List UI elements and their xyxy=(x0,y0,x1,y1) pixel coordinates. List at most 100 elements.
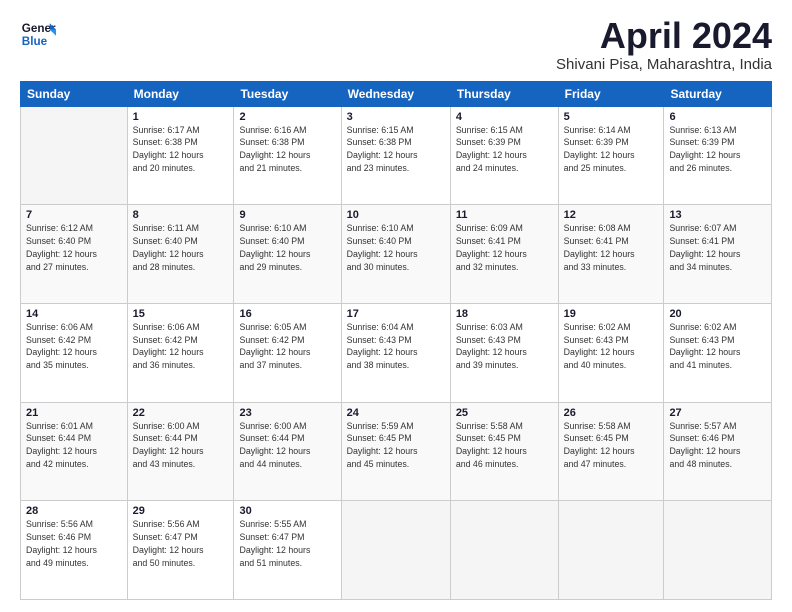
day-number: 2 xyxy=(239,111,335,123)
calendar-cell: 22Sunrise: 6:00 AM Sunset: 6:44 PM Dayli… xyxy=(127,402,234,501)
day-info: Sunrise: 6:11 AM Sunset: 6:40 PM Dayligh… xyxy=(133,222,229,273)
calendar-cell: 15Sunrise: 6:06 AM Sunset: 6:42 PM Dayli… xyxy=(127,303,234,402)
calendar-cell: 5Sunrise: 6:14 AM Sunset: 6:39 PM Daylig… xyxy=(558,106,664,205)
day-number: 25 xyxy=(456,407,553,419)
calendar-cell: 12Sunrise: 6:08 AM Sunset: 6:41 PM Dayli… xyxy=(558,205,664,304)
day-number: 19 xyxy=(564,308,659,320)
calendar-cell: 19Sunrise: 6:02 AM Sunset: 6:43 PM Dayli… xyxy=(558,303,664,402)
day-number: 5 xyxy=(564,111,659,123)
day-info: Sunrise: 6:10 AM Sunset: 6:40 PM Dayligh… xyxy=(347,222,445,273)
day-number: 12 xyxy=(564,209,659,221)
day-info: Sunrise: 6:06 AM Sunset: 6:42 PM Dayligh… xyxy=(26,321,122,372)
calendar-cell: 26Sunrise: 5:58 AM Sunset: 6:45 PM Dayli… xyxy=(558,402,664,501)
day-number: 11 xyxy=(456,209,553,221)
calendar-cell: 2Sunrise: 6:16 AM Sunset: 6:38 PM Daylig… xyxy=(234,106,341,205)
day-info: Sunrise: 6:03 AM Sunset: 6:43 PM Dayligh… xyxy=(456,321,553,372)
day-number: 28 xyxy=(26,505,122,517)
calendar-cell: 20Sunrise: 6:02 AM Sunset: 6:43 PM Dayli… xyxy=(664,303,772,402)
title-block: April 2024 Shivani Pisa, Maharashtra, In… xyxy=(556,16,772,73)
day-info: Sunrise: 6:15 AM Sunset: 6:38 PM Dayligh… xyxy=(347,124,445,175)
day-number: 10 xyxy=(347,209,445,221)
calendar-week-row: 28Sunrise: 5:56 AM Sunset: 6:46 PM Dayli… xyxy=(21,501,772,600)
calendar-cell: 17Sunrise: 6:04 AM Sunset: 6:43 PM Dayli… xyxy=(341,303,450,402)
day-number: 16 xyxy=(239,308,335,320)
day-info: Sunrise: 6:02 AM Sunset: 6:43 PM Dayligh… xyxy=(564,321,659,372)
day-number: 21 xyxy=(26,407,122,419)
day-info: Sunrise: 6:08 AM Sunset: 6:41 PM Dayligh… xyxy=(564,222,659,273)
month-title: April 2024 xyxy=(556,16,772,56)
day-number: 4 xyxy=(456,111,553,123)
calendar-cell: 21Sunrise: 6:01 AM Sunset: 6:44 PM Dayli… xyxy=(21,402,128,501)
calendar-cell: 13Sunrise: 6:07 AM Sunset: 6:41 PM Dayli… xyxy=(664,205,772,304)
day-number: 30 xyxy=(239,505,335,517)
calendar-header-row: Sunday Monday Tuesday Wednesday Thursday… xyxy=(21,81,772,106)
day-number: 6 xyxy=(669,111,766,123)
day-number: 9 xyxy=(239,209,335,221)
calendar-cell: 24Sunrise: 5:59 AM Sunset: 6:45 PM Dayli… xyxy=(341,402,450,501)
day-info: Sunrise: 5:56 AM Sunset: 6:47 PM Dayligh… xyxy=(133,518,229,569)
day-number: 26 xyxy=(564,407,659,419)
calendar-week-row: 7Sunrise: 6:12 AM Sunset: 6:40 PM Daylig… xyxy=(21,205,772,304)
calendar-cell: 28Sunrise: 5:56 AM Sunset: 6:46 PM Dayli… xyxy=(21,501,128,600)
calendar-cell: 18Sunrise: 6:03 AM Sunset: 6:43 PM Dayli… xyxy=(450,303,558,402)
calendar-cell xyxy=(341,501,450,600)
day-info: Sunrise: 6:02 AM Sunset: 6:43 PM Dayligh… xyxy=(669,321,766,372)
day-info: Sunrise: 5:58 AM Sunset: 6:45 PM Dayligh… xyxy=(564,420,659,471)
calendar-cell: 7Sunrise: 6:12 AM Sunset: 6:40 PM Daylig… xyxy=(21,205,128,304)
day-info: Sunrise: 6:15 AM Sunset: 6:39 PM Dayligh… xyxy=(456,124,553,175)
calendar-cell: 3Sunrise: 6:15 AM Sunset: 6:38 PM Daylig… xyxy=(341,106,450,205)
calendar-cell xyxy=(21,106,128,205)
day-number: 24 xyxy=(347,407,445,419)
day-number: 13 xyxy=(669,209,766,221)
day-number: 29 xyxy=(133,505,229,517)
calendar-cell: 29Sunrise: 5:56 AM Sunset: 6:47 PM Dayli… xyxy=(127,501,234,600)
day-number: 27 xyxy=(669,407,766,419)
logo-icon: General Blue xyxy=(20,16,56,52)
calendar-week-row: 14Sunrise: 6:06 AM Sunset: 6:42 PM Dayli… xyxy=(21,303,772,402)
calendar-cell xyxy=(664,501,772,600)
day-info: Sunrise: 6:07 AM Sunset: 6:41 PM Dayligh… xyxy=(669,222,766,273)
calendar-cell: 25Sunrise: 5:58 AM Sunset: 6:45 PM Dayli… xyxy=(450,402,558,501)
calendar-week-row: 21Sunrise: 6:01 AM Sunset: 6:44 PM Dayli… xyxy=(21,402,772,501)
day-info: Sunrise: 6:13 AM Sunset: 6:39 PM Dayligh… xyxy=(669,124,766,175)
day-number: 3 xyxy=(347,111,445,123)
day-info: Sunrise: 6:09 AM Sunset: 6:41 PM Dayligh… xyxy=(456,222,553,273)
col-tuesday: Tuesday xyxy=(234,81,341,106)
col-monday: Monday xyxy=(127,81,234,106)
calendar-cell: 23Sunrise: 6:00 AM Sunset: 6:44 PM Dayli… xyxy=(234,402,341,501)
col-saturday: Saturday xyxy=(664,81,772,106)
day-info: Sunrise: 6:12 AM Sunset: 6:40 PM Dayligh… xyxy=(26,222,122,273)
day-info: Sunrise: 6:04 AM Sunset: 6:43 PM Dayligh… xyxy=(347,321,445,372)
day-info: Sunrise: 6:05 AM Sunset: 6:42 PM Dayligh… xyxy=(239,321,335,372)
day-number: 14 xyxy=(26,308,122,320)
calendar-cell: 14Sunrise: 6:06 AM Sunset: 6:42 PM Dayli… xyxy=(21,303,128,402)
calendar-cell: 6Sunrise: 6:13 AM Sunset: 6:39 PM Daylig… xyxy=(664,106,772,205)
day-number: 20 xyxy=(669,308,766,320)
calendar-cell: 10Sunrise: 6:10 AM Sunset: 6:40 PM Dayli… xyxy=(341,205,450,304)
day-info: Sunrise: 6:10 AM Sunset: 6:40 PM Dayligh… xyxy=(239,222,335,273)
day-info: Sunrise: 6:16 AM Sunset: 6:38 PM Dayligh… xyxy=(239,124,335,175)
day-number: 15 xyxy=(133,308,229,320)
day-number: 1 xyxy=(133,111,229,123)
day-info: Sunrise: 6:17 AM Sunset: 6:38 PM Dayligh… xyxy=(133,124,229,175)
col-thursday: Thursday xyxy=(450,81,558,106)
day-info: Sunrise: 5:59 AM Sunset: 6:45 PM Dayligh… xyxy=(347,420,445,471)
calendar-table: Sunday Monday Tuesday Wednesday Thursday… xyxy=(20,81,772,600)
day-number: 18 xyxy=(456,308,553,320)
day-info: Sunrise: 5:56 AM Sunset: 6:46 PM Dayligh… xyxy=(26,518,122,569)
day-info: Sunrise: 6:06 AM Sunset: 6:42 PM Dayligh… xyxy=(133,321,229,372)
day-number: 23 xyxy=(239,407,335,419)
day-info: Sunrise: 6:14 AM Sunset: 6:39 PM Dayligh… xyxy=(564,124,659,175)
day-number: 22 xyxy=(133,407,229,419)
calendar-cell: 4Sunrise: 6:15 AM Sunset: 6:39 PM Daylig… xyxy=(450,106,558,205)
calendar-cell xyxy=(558,501,664,600)
day-info: Sunrise: 6:00 AM Sunset: 6:44 PM Dayligh… xyxy=(133,420,229,471)
calendar-cell: 27Sunrise: 5:57 AM Sunset: 6:46 PM Dayli… xyxy=(664,402,772,501)
calendar-cell xyxy=(450,501,558,600)
day-info: Sunrise: 6:00 AM Sunset: 6:44 PM Dayligh… xyxy=(239,420,335,471)
col-wednesday: Wednesday xyxy=(341,81,450,106)
header: General Blue April 2024 Shivani Pisa, Ma… xyxy=(20,16,772,73)
location-subtitle: Shivani Pisa, Maharashtra, India xyxy=(556,56,772,73)
day-number: 7 xyxy=(26,209,122,221)
calendar-cell: 8Sunrise: 6:11 AM Sunset: 6:40 PM Daylig… xyxy=(127,205,234,304)
